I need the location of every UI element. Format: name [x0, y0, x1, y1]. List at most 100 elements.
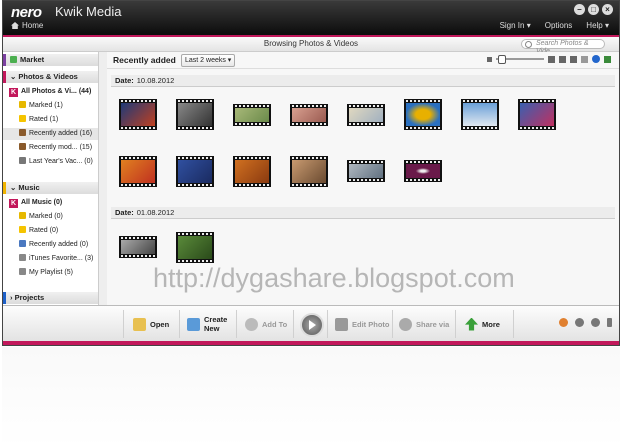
sidebar-item-my-playlist[interactable]: My Playlist (5)	[3, 267, 102, 279]
date-group-header: Date: 10.08.2012	[111, 75, 615, 87]
share-via-button[interactable]: Share via	[399, 313, 449, 335]
rotate-right-icon[interactable]	[591, 318, 600, 327]
play-button[interactable]	[300, 313, 324, 337]
toolbar-divider	[513, 310, 514, 338]
up-arrow-icon	[465, 317, 478, 331]
zoom-in-icon[interactable]	[548, 55, 555, 63]
media-thumbnail[interactable]	[176, 99, 214, 130]
window-controls: – □ ×	[574, 4, 613, 15]
playlist-icon	[19, 254, 26, 261]
grid-view-icon[interactable]	[559, 55, 566, 63]
toolbar-divider	[327, 310, 328, 338]
star-icon	[19, 226, 26, 233]
sidebar-item-all-photos[interactable]: K All Photos & Vi... (44)	[3, 86, 102, 98]
sidebar-item-marked-photos[interactable]: Marked (1)	[3, 100, 102, 112]
bookmark-icon	[19, 101, 26, 108]
home-button[interactable]: Home	[11, 21, 43, 30]
sidebar-item-rated-music[interactable]: Rated (0)	[3, 225, 102, 237]
rotate-left-icon[interactable]	[575, 318, 584, 327]
media-thumbnail[interactable]	[119, 99, 157, 130]
sidebar-item-all-music[interactable]: K All Music (0)	[3, 197, 102, 209]
media-thumbnail[interactable]	[404, 160, 442, 182]
media-thumbnail[interactable]	[404, 99, 442, 130]
sidebar-item-last-years-vacation[interactable]: Last Year's Vac... (0)	[3, 156, 102, 168]
open-button[interactable]: Open	[133, 313, 169, 335]
more-button[interactable]: More	[465, 313, 500, 335]
sidebar-header-music[interactable]: ⌄ Music	[3, 182, 102, 194]
kwik-icon: K	[9, 88, 18, 97]
toolbar-divider	[392, 310, 393, 338]
media-thumbnail[interactable]	[347, 104, 385, 126]
section-title: Recently added	[113, 55, 176, 65]
sidebar-item-recently-modified[interactable]: Recently mod... (15)	[3, 142, 102, 154]
add-icon	[245, 317, 258, 331]
media-thumbnail[interactable]	[461, 99, 499, 130]
nero-logo: nero	[11, 4, 42, 21]
search-input[interactable]: Search Photos & Vide...	[521, 39, 605, 55]
media-thumbnail[interactable]	[176, 156, 214, 187]
info-icon[interactable]	[592, 55, 600, 63]
title-bar: nero Kwik Media Home – □ × Sign In ▾ Opt…	[3, 1, 619, 35]
folder-icon	[19, 129, 26, 136]
media-thumbnail[interactable]	[119, 156, 157, 187]
zoom-slider[interactable]	[496, 55, 544, 64]
app-title: Kwik Media	[55, 4, 122, 19]
sidebar-item-recently-added-music[interactable]: Recently added (0)	[3, 239, 102, 251]
zoom-out-icon[interactable]	[487, 56, 492, 62]
sidebar-header-photos[interactable]: ⌄ Photos & Videos	[3, 71, 102, 83]
media-thumbnail[interactable]	[290, 104, 328, 126]
bookmark-icon	[19, 212, 26, 219]
market-icon	[10, 56, 17, 63]
sidebar-scrollbar[interactable]	[98, 52, 107, 305]
edit-icon	[335, 317, 348, 331]
share-icon	[399, 317, 412, 331]
content-toolbar: Recently added Last 2 weeks ▾	[107, 52, 619, 69]
delete-icon[interactable]	[607, 318, 612, 327]
action-toolbar: Open Create New Add To Edit Photo Share …	[3, 305, 619, 342]
sidebar-header-projects[interactable]: › Projects	[3, 292, 102, 304]
toolbar-divider	[293, 310, 294, 338]
close-icon[interactable]: ×	[602, 4, 613, 15]
toolbar-divider	[179, 310, 180, 338]
top-nav: Sign In ▾ Options Help ▾	[500, 21, 609, 30]
media-thumbnail[interactable]	[290, 156, 328, 187]
subtitle: Browsing Photos & Videos	[263, 39, 359, 48]
toolbar-divider	[236, 310, 237, 338]
playlist-icon	[19, 268, 26, 275]
nero-apps-icon[interactable]	[559, 318, 568, 327]
star-icon	[19, 115, 26, 122]
media-thumbnail[interactable]	[233, 104, 271, 126]
create-new-button[interactable]: Create New	[187, 313, 231, 335]
view-controls	[487, 55, 611, 64]
zoom-slider-handle[interactable]	[498, 55, 506, 64]
add-to-button[interactable]: Add To	[245, 313, 287, 335]
range-dropdown[interactable]: Last 2 weeks ▾	[181, 54, 236, 67]
media-thumbnail[interactable]	[347, 160, 385, 182]
help-menu[interactable]: Help ▾	[586, 21, 609, 30]
app-window: nero Kwik Media Home – □ × Sign In ▾ Opt…	[2, 0, 620, 346]
sidebar: Market ⌄ Photos & Videos K All Photos & V…	[3, 52, 107, 305]
watermark-text: http://dygashare.blogspot.com	[153, 263, 515, 293]
media-thumbnail[interactable]	[176, 232, 214, 263]
maximize-icon[interactable]: □	[588, 4, 599, 15]
options-menu[interactable]: Options	[545, 21, 573, 30]
edit-photo-button[interactable]: Edit Photo	[335, 313, 390, 335]
settings-icon[interactable]	[581, 55, 588, 63]
sidebar-item-marked-music[interactable]: Marked (0)	[3, 211, 102, 223]
date-group-header: Date: 01.08.2012	[111, 207, 615, 219]
media-thumbnail[interactable]	[518, 99, 556, 130]
minimize-icon[interactable]: –	[574, 4, 585, 15]
sidebar-item-rated-photos[interactable]: Rated (1)	[3, 114, 102, 126]
import-icon[interactable]	[604, 55, 611, 63]
create-icon	[187, 317, 200, 331]
media-thumbnail[interactable]	[119, 236, 157, 258]
kwik-icon: K	[9, 199, 18, 208]
sidebar-item-recently-added-photos[interactable]: Recently added (16)	[3, 128, 102, 140]
toolbar-divider	[455, 310, 456, 338]
sidebar-item-market[interactable]: Market	[3, 54, 102, 66]
media-thumbnail[interactable]	[233, 156, 271, 187]
home-label: Home	[22, 21, 44, 30]
list-view-icon[interactable]	[570, 55, 577, 63]
sign-in-menu[interactable]: Sign In ▾	[500, 21, 531, 30]
sidebar-item-itunes-favorites[interactable]: iTunes Favorite... (3)	[3, 253, 102, 265]
